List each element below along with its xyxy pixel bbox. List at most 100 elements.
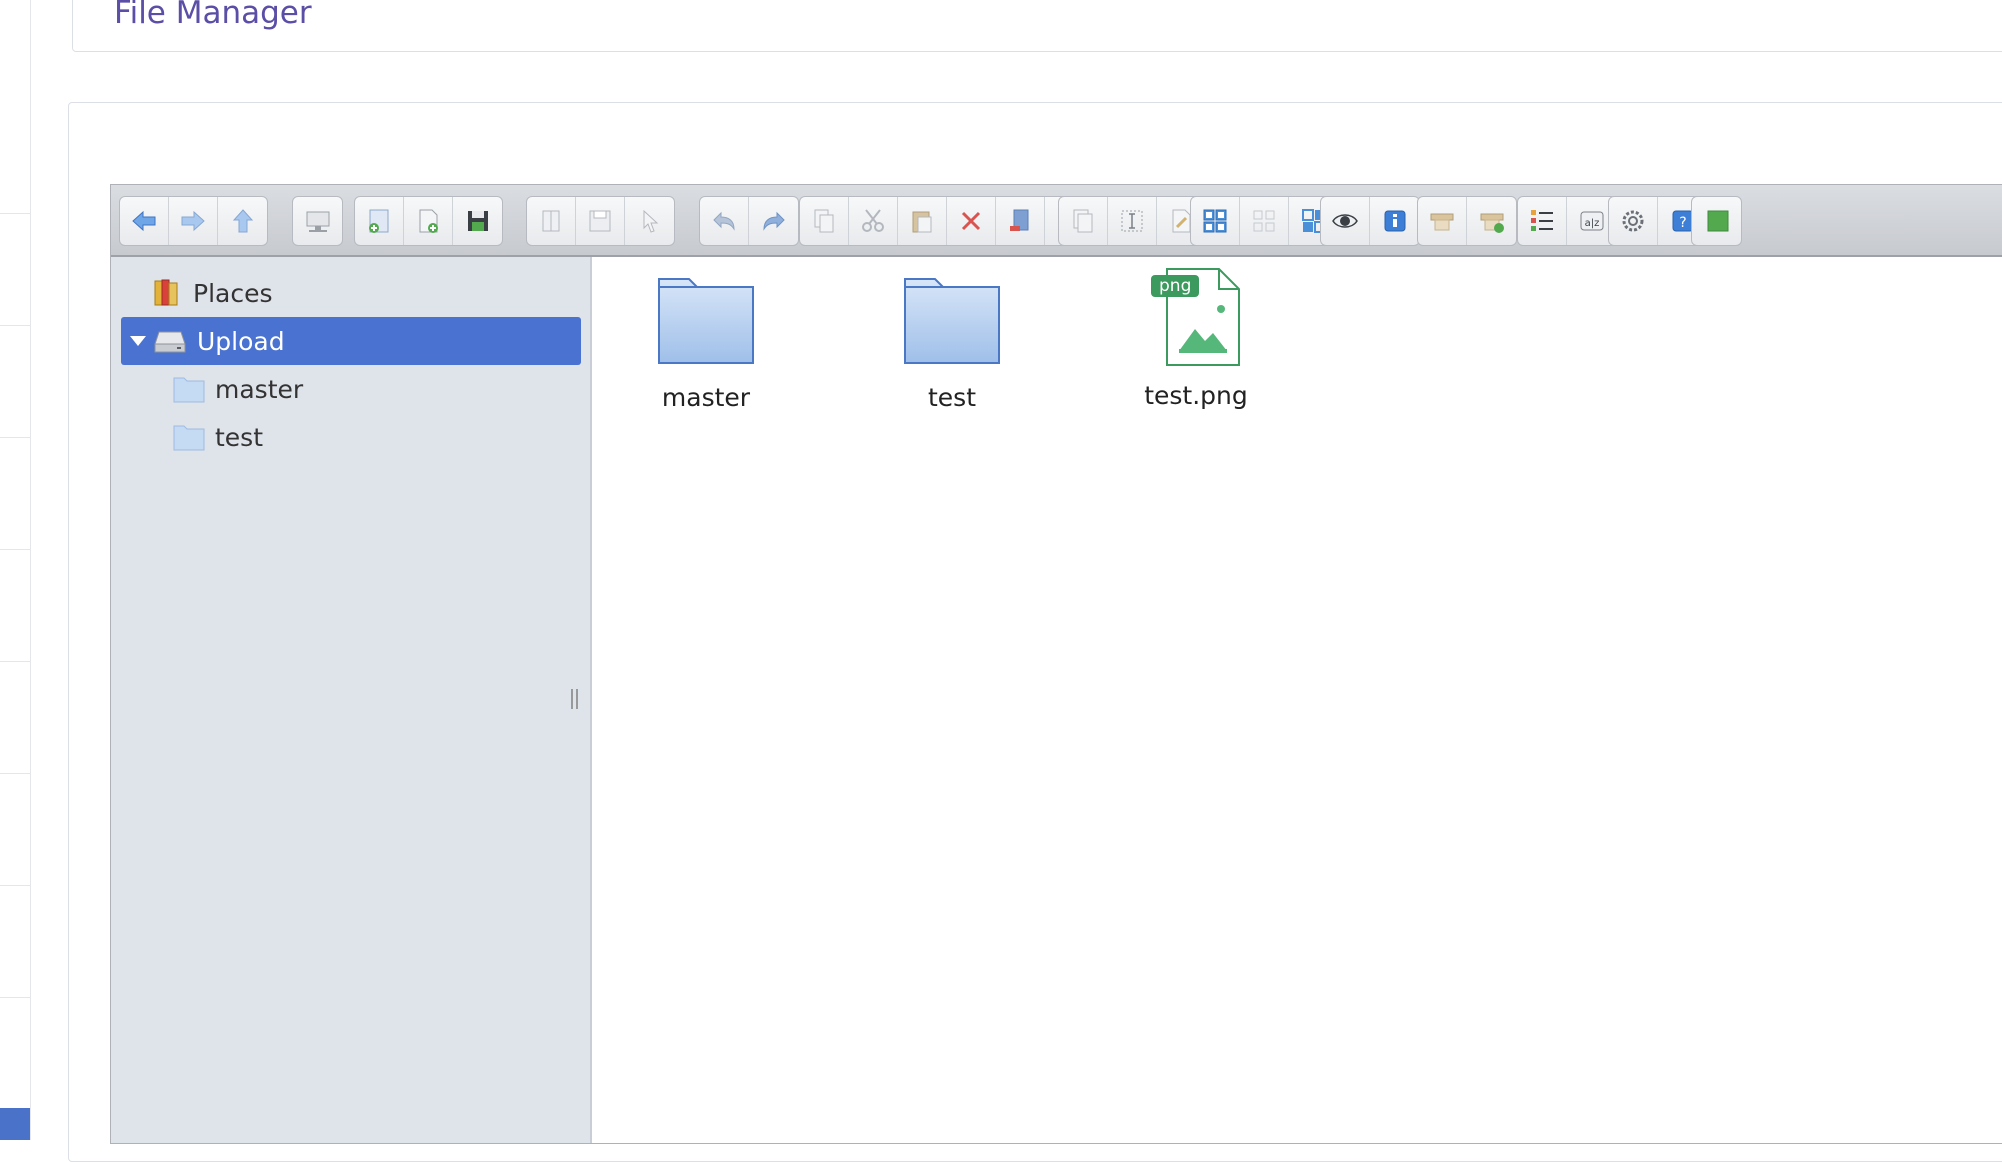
image-file-thumb: png (1141, 265, 1251, 375)
rename-icon (1121, 210, 1143, 232)
page-header: File Manager (72, 0, 2002, 52)
info-icon (1384, 210, 1405, 232)
open-button[interactable] (527, 197, 576, 245)
save-icon (467, 211, 488, 231)
tree-places[interactable]: Places (151, 269, 273, 317)
copy-button[interactable] (800, 197, 849, 245)
tree-item-master[interactable]: master (173, 365, 303, 413)
delete-button[interactable] (947, 197, 996, 245)
back-icon (132, 210, 156, 232)
extract-button[interactable] (1418, 197, 1467, 245)
folder-icon (173, 377, 205, 403)
navbar-resize-handle[interactable] (571, 689, 578, 709)
preview-icon (1332, 214, 1358, 228)
toolbar-group (1320, 196, 1420, 246)
folder-icon (658, 278, 754, 364)
empty-icon (1010, 209, 1029, 231)
sort-icon: a|z (1580, 211, 1603, 231)
toolbar-group (1417, 196, 1517, 246)
folder-icon (904, 278, 1000, 364)
fullscreen-button[interactable] (1692, 197, 1741, 245)
redo-icon (762, 211, 785, 231)
svg-text:?: ? (1679, 215, 1686, 231)
tree-item-label: test (215, 422, 264, 452)
download-icon (589, 210, 611, 232)
forward-icon (181, 210, 205, 232)
empty-button[interactable] (996, 197, 1045, 245)
tree-item-upload[interactable]: Upload (121, 317, 581, 365)
new-file-icon (419, 209, 438, 233)
duplicate-button[interactable] (1059, 197, 1108, 245)
download-button[interactable] (576, 197, 625, 245)
settings-icon (1622, 210, 1644, 232)
file-item-master[interactable]: master (616, 267, 796, 412)
toolbar-group (354, 196, 503, 246)
undo-button[interactable] (700, 197, 749, 245)
compress-button[interactable] (1467, 197, 1516, 245)
page-title: File Manager (114, 0, 312, 31)
settings-button[interactable] (1609, 197, 1658, 245)
sidebar-divider (0, 549, 30, 550)
toolbar-group (1190, 196, 1339, 246)
toolbar-group (799, 196, 1095, 246)
home-button[interactable] (293, 197, 342, 245)
back-button[interactable] (120, 197, 169, 245)
file-item-test[interactable]: test (862, 267, 1042, 412)
new-file-button[interactable] (404, 197, 453, 245)
select-icon (643, 209, 658, 233)
fullscreen-icon (1707, 210, 1728, 232)
info-button[interactable] (1370, 197, 1419, 245)
file-manager: a|z? Places Upload master test master te… (110, 184, 2002, 1144)
upload-icon (369, 209, 389, 233)
cut-icon (862, 209, 884, 232)
select-none-icon (1253, 210, 1275, 232)
open-icon (542, 210, 560, 232)
view-list-icon (1531, 210, 1553, 231)
save-button[interactable] (453, 197, 502, 245)
view-list-button[interactable] (1518, 197, 1567, 245)
redo-button[interactable] (749, 197, 798, 245)
paste-icon (912, 211, 932, 233)
sidebar-divider (0, 661, 30, 662)
sidebar-divider (0, 437, 30, 438)
folder-icon (173, 425, 205, 451)
file-item-test-png[interactable]: png test.png (1106, 265, 1286, 410)
duplicate-icon (1073, 209, 1093, 233)
cut-button[interactable] (849, 197, 898, 245)
up-button[interactable] (218, 197, 267, 245)
sidebar-divider (0, 885, 30, 886)
drive-icon (154, 331, 186, 353)
admin-sidebar-strip (0, 0, 31, 1140)
copy-icon (814, 209, 834, 233)
sidebar-active-tab[interactable] (0, 1108, 30, 1140)
select-all-button[interactable] (1191, 197, 1240, 245)
forward-button[interactable] (169, 197, 218, 245)
file-type-badge: png (1151, 275, 1200, 297)
tree-item-upload-label: Upload (197, 326, 285, 356)
select-button[interactable] (625, 197, 674, 245)
rename-button[interactable] (1108, 197, 1157, 245)
home-icon (306, 211, 329, 232)
up-icon (232, 209, 253, 233)
compress-icon (1480, 213, 1504, 233)
toolbar-group (1691, 196, 1742, 246)
file-name: test (927, 383, 976, 412)
extract-icon (1430, 213, 1454, 231)
file-name: test.png (1144, 381, 1248, 410)
tree-item-test[interactable]: test (173, 413, 263, 461)
svg-text:a|z: a|z (1584, 218, 1599, 229)
sidebar-divider (0, 213, 30, 214)
paste-button[interactable] (898, 197, 947, 245)
toolbar: a|z? (111, 185, 2002, 257)
places-icon (154, 279, 178, 306)
upload-button[interactable] (355, 197, 404, 245)
select-all-icon (1203, 209, 1227, 233)
toolbar-group: a|z (1517, 196, 1617, 246)
toolbar-group (526, 196, 675, 246)
tree-places-label: Places (193, 278, 273, 308)
file-list: master test png test.png (592, 257, 2002, 1143)
expand-arrow-icon[interactable] (127, 330, 149, 352)
delete-icon (961, 211, 981, 231)
preview-button[interactable] (1321, 197, 1370, 245)
select-none-button[interactable] (1240, 197, 1289, 245)
